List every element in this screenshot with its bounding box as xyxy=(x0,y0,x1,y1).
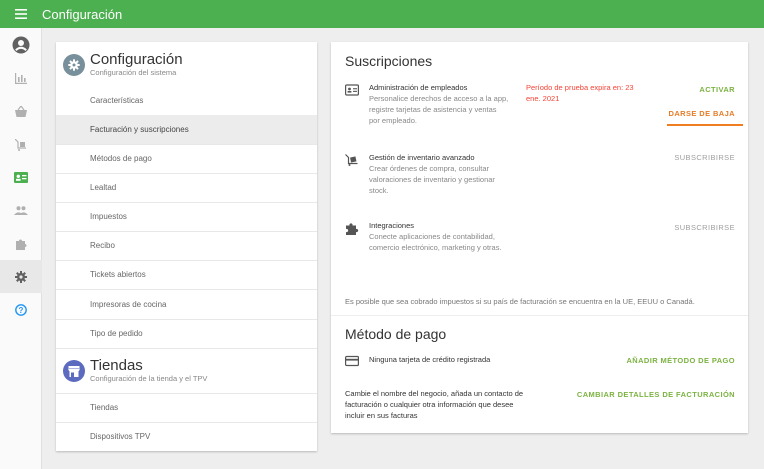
subscribe-button[interactable]: SUBSCRIBIRSE xyxy=(674,223,735,232)
activate-button[interactable]: ACTIVAR xyxy=(699,85,735,94)
subscription-title: Gestión de inventario avanzado xyxy=(369,153,475,162)
subscription-title: Integraciones xyxy=(369,221,415,230)
rail-items[interactable] xyxy=(0,95,42,128)
nav-item-impresoras-de-cocina[interactable]: Impresoras de cocina xyxy=(56,290,317,319)
gear-icon xyxy=(63,54,85,76)
tax-note: Es posible que sea cobrado impuestos si … xyxy=(345,297,695,306)
payment-method-title: Método de pago xyxy=(345,326,447,342)
no-card-text: Ninguna tarjeta de crédito registrada xyxy=(369,355,491,364)
account-icon xyxy=(12,36,30,54)
store-icon xyxy=(63,360,85,382)
stores-section-title: Tiendas xyxy=(90,357,143,374)
subscriptions-title: Suscripciones xyxy=(345,53,433,69)
rail-reports[interactable] xyxy=(0,62,42,95)
nav-item-dispositivos-tpv[interactable]: Dispositivos TPV xyxy=(56,422,317,451)
config-section-title: Configuración xyxy=(90,51,183,68)
subscription-description: Conecte aplicaciones de contabilidad, co… xyxy=(369,232,502,252)
nav-item-tiendas[interactable]: Tiendas xyxy=(56,393,317,422)
help-icon: ? xyxy=(15,303,27,316)
svg-text:?: ? xyxy=(19,305,24,314)
stores-section-header: Tiendas Configuración de la tienda y el … xyxy=(63,357,207,384)
nav-item-recibo[interactable]: Recibo xyxy=(56,231,317,260)
rail-inventory[interactable] xyxy=(0,128,42,161)
add-payment-method-button[interactable]: AÑADIR MÉTODO DE PAGO xyxy=(626,356,735,365)
credit-card-icon xyxy=(345,355,359,367)
rail-customers[interactable] xyxy=(0,194,42,227)
unsubscribe-button[interactable]: DARSE DE BAJA xyxy=(669,109,735,118)
top-app-bar: Configuración xyxy=(0,0,764,28)
focus-underline xyxy=(667,124,743,126)
subscription-description: Personalice derechos de acceso a la app,… xyxy=(369,94,509,125)
subscription-description: Crear órdenes de compra, consultar valor… xyxy=(369,164,495,195)
app-title: Configuración xyxy=(42,6,123,22)
integrations-icon xyxy=(16,239,27,250)
rail-integrations[interactable] xyxy=(0,227,42,260)
subscription-employee-management: Administración de empleados Personalice … xyxy=(345,82,743,132)
rail-account[interactable] xyxy=(0,28,42,62)
employee-card-icon xyxy=(345,84,359,96)
rail-employees[interactable] xyxy=(0,161,42,194)
settings-icon xyxy=(15,270,27,283)
items-icon xyxy=(15,106,27,117)
config-section-subtitle: Configuración del sistema xyxy=(90,68,177,77)
nav-item-tipo-de-pedido[interactable]: Tipo de pedido xyxy=(56,319,317,348)
subscribe-button[interactable]: SUBSCRIBIRSE xyxy=(674,153,735,162)
inventory-icon xyxy=(15,138,26,151)
nav-item-impuestos[interactable]: Impuestos xyxy=(56,202,317,231)
nav-item-caracteristicas[interactable]: Características xyxy=(56,86,317,115)
nav-item-tickets-abiertos[interactable]: Tickets abiertos xyxy=(56,260,317,289)
nav-item-lealtad[interactable]: Lealtad xyxy=(56,173,317,202)
stores-section-subtitle: Configuración de la tienda y el TPV xyxy=(90,374,208,383)
inventory-cart-icon xyxy=(345,154,358,166)
config-section-header: Configuración Configuración del sistema xyxy=(63,51,183,78)
nav-item-metodos-de-pago[interactable]: Métodos de pago xyxy=(56,144,317,173)
navigation-rail: ? xyxy=(0,28,42,469)
reports-icon xyxy=(15,73,27,84)
subscription-integrations: Integraciones Conecte aplicaciones de co… xyxy=(345,220,735,265)
rail-help[interactable]: ? xyxy=(0,293,42,326)
hamburger-menu-icon[interactable] xyxy=(0,0,42,28)
billing-details-text: Cambie el nombre del negocio, añada un c… xyxy=(345,389,524,420)
settings-navigation-card: Configuración Configuración del sistema … xyxy=(56,42,317,451)
rail-settings[interactable] xyxy=(0,260,42,293)
change-billing-details-button[interactable]: CAMBIAR DETALLES DE FACTURACIÓN xyxy=(577,390,735,399)
subscription-title: Administración de empleados xyxy=(369,83,468,92)
payment-card-row: Ninguna tarjeta de crédito registrada AÑ… xyxy=(345,354,735,370)
trial-expiry-notice: Período de prueba expira en: 23 ene. 202… xyxy=(526,83,634,103)
employees-icon xyxy=(14,172,28,183)
billing-card: Suscripciones Administración de empleado… xyxy=(331,42,748,433)
nav-item-facturacion[interactable]: Facturación y suscripciones xyxy=(56,115,317,144)
customers-icon xyxy=(14,206,28,215)
puzzle-icon xyxy=(346,223,359,235)
divider xyxy=(56,348,317,349)
billing-details-row: Cambie el nombre del negocio, añada un c… xyxy=(345,388,735,422)
divider xyxy=(331,315,748,316)
subscription-advanced-inventory: Gestión de inventario avanzado Crear órd… xyxy=(345,152,735,197)
